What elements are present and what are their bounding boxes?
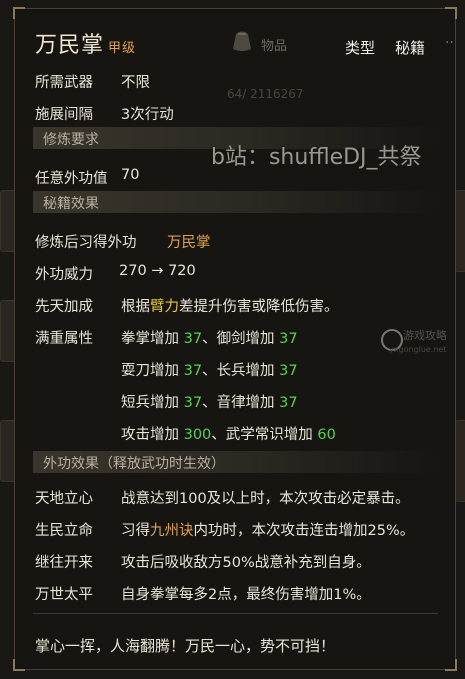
site-logo-text: 游戏攻略 xyxy=(403,329,447,342)
innate-label: 先天加成 xyxy=(35,299,93,315)
ext-effect-header: 外功效果（释放武功时生效） xyxy=(33,451,438,473)
frame-corner xyxy=(13,659,25,671)
stat-line: 耍刀增加 37、长兵增加 37 xyxy=(121,359,298,380)
stat-value: 37 xyxy=(279,363,298,379)
site-logo-sub: yxgonglue.net xyxy=(389,345,447,354)
arrow-icon: → xyxy=(151,263,164,279)
stat-sep: 、 xyxy=(202,363,217,379)
frame-corner xyxy=(445,7,457,19)
item-title: 万民掌 甲级 xyxy=(35,27,136,59)
learn-value: 万民掌 xyxy=(167,235,211,251)
innate-attr: 臂力 xyxy=(150,299,179,315)
stat-name: 短兵增加 xyxy=(121,395,179,411)
item-tooltip: 万民掌 甲级 物品 64/ 2116267 类型 秘籍 ·· 所需武器 不限 施展… xyxy=(13,7,457,671)
training-header-text: 修炼要求 xyxy=(43,132,99,148)
innate-suffix: 差提升伤害或降低伤害。 xyxy=(179,299,339,315)
effect-text: 自身拳掌每多2点，最终伤害增加1%。 xyxy=(121,587,371,603)
weapon-value: 不限 xyxy=(121,75,150,91)
stat-name: 拳掌增加 xyxy=(121,331,179,347)
power-values: 270 → 720 xyxy=(119,263,196,279)
effect-highlight: 九州诀 xyxy=(150,523,194,539)
background-exit-text: ·· xyxy=(445,35,454,51)
interval-label: 施展间隔 xyxy=(35,107,93,123)
stat-sep: 、 xyxy=(211,427,226,443)
training-req-label: 任意外功值 xyxy=(35,171,108,187)
background-slot xyxy=(455,420,465,502)
effect-prefix: 习得 xyxy=(121,523,150,539)
stat-value: 37 xyxy=(279,395,298,411)
innate-prefix: 根据 xyxy=(121,299,150,315)
power-label: 外功威力 xyxy=(35,267,93,283)
stat-name: 长兵增加 xyxy=(216,363,275,379)
weapon-label: 所需武器 xyxy=(35,75,93,91)
stat-value: 37 xyxy=(279,331,298,347)
item-quote: 掌心一挥，人海翻腾！万民一心，势不可挡！ xyxy=(35,637,336,655)
stat-sep: 、 xyxy=(202,331,217,347)
effect-name: 继往开来 xyxy=(35,555,93,571)
effect-text: 习得九州诀内功时，本次攻击连击增加25%。 xyxy=(121,519,414,540)
stat-name: 音律增加 xyxy=(216,395,275,411)
background-bag-label: 物品 xyxy=(261,39,288,54)
secret-header: 秘籍效果 xyxy=(33,191,438,213)
stat-name: 耍刀增加 xyxy=(121,363,179,379)
effect-name: 天地立心 xyxy=(35,491,93,507)
ext-effect-header-text: 外功效果（释放武功时生效） xyxy=(43,456,225,472)
effect-text: 攻击后吸收敌方50%战意补充到自身。 xyxy=(121,555,371,571)
watermark: b站：shuffleDJ_共祭 xyxy=(211,145,422,170)
effect-name: 生民立命 xyxy=(35,523,93,539)
power-from: 270 xyxy=(119,263,147,279)
interval-value: 3次行动 xyxy=(121,107,174,123)
stat-name: 攻击增加 xyxy=(121,427,179,443)
effect-text: 战意达到100及以上时，本次攻击必定暴击。 xyxy=(121,491,410,507)
item-name: 万民掌 xyxy=(35,33,105,58)
bag-icon xyxy=(233,31,251,51)
training-req-value: 70 xyxy=(121,167,140,183)
innate-text: 根据臂力差提升伤害或降低伤害。 xyxy=(121,295,339,316)
type-value: 秘籍 xyxy=(395,39,426,57)
divider xyxy=(33,613,438,614)
effect-name: 万世太平 xyxy=(35,587,93,603)
full-label: 满重属性 xyxy=(35,331,93,347)
effect-suffix: 内功时，本次攻击连击增加25%。 xyxy=(193,523,415,539)
stat-value: 300 xyxy=(183,427,212,443)
power-to: 720 xyxy=(168,263,196,279)
stat-line: 短兵增加 37、音律增加 37 xyxy=(121,391,298,412)
stat-value: 37 xyxy=(183,395,203,411)
stat-value: 60 xyxy=(317,427,336,443)
secret-header-text: 秘籍效果 xyxy=(43,196,99,212)
background-slot xyxy=(455,190,465,272)
stat-name: 武学常识增加 xyxy=(225,427,313,443)
frame-corner xyxy=(13,7,25,19)
stat-sep: 、 xyxy=(202,395,217,411)
item-grade: 甲级 xyxy=(108,41,137,56)
frame-corner xyxy=(445,659,457,671)
background-number: 64/ 2116267 xyxy=(227,87,304,101)
stat-name: 御剑增加 xyxy=(216,331,275,347)
learn-label: 修炼后习得外功 xyxy=(35,235,137,251)
stat-line: 拳掌增加 37、御剑增加 37 xyxy=(121,327,298,348)
type-label: 类型 xyxy=(345,39,376,57)
stat-line: 攻击增加 300、武学常识增加 60 xyxy=(121,423,336,444)
stat-value: 37 xyxy=(183,331,203,347)
stat-value: 37 xyxy=(183,363,203,379)
